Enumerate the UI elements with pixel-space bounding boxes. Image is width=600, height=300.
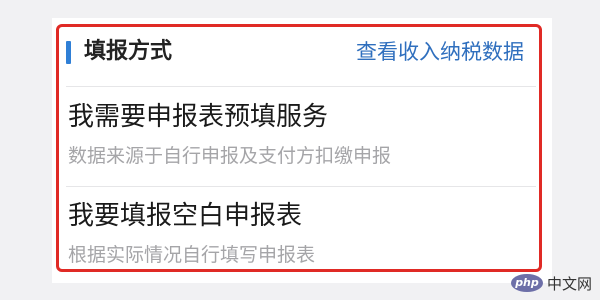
screen: 填报方式 查看收入纳税数据 我需要申报表预填服务 数据来源于自行申报及支付方扣缴… <box>0 0 600 300</box>
watermark-logo: php <box>510 274 543 292</box>
option-title: 我需要申报表预填服务 <box>68 102 329 132</box>
section-accent-bar <box>66 41 71 64</box>
watermark-text: 中文网 <box>546 274 592 293</box>
option-title: 我要填报空白申报表 <box>68 201 303 231</box>
option-prefill-service[interactable]: 我需要申报表预填服务 数据来源于自行申报及支付方扣缴申报 <box>66 87 536 182</box>
view-income-tax-data-link[interactable]: 查看收入纳税数据 <box>356 38 524 66</box>
option-description: 根据实际情况自行填写申报表 <box>68 244 316 266</box>
watermark: php 中文网 <box>510 272 592 294</box>
option-blank-form[interactable]: 我要填报空白申报表 根据实际情况自行填写申报表 <box>66 187 536 272</box>
section-title: 填报方式 <box>84 39 173 64</box>
option-description: 数据来源于自行申报及支付方扣缴申报 <box>68 145 392 167</box>
section-header: 填报方式 查看收入纳税数据 <box>66 30 532 76</box>
